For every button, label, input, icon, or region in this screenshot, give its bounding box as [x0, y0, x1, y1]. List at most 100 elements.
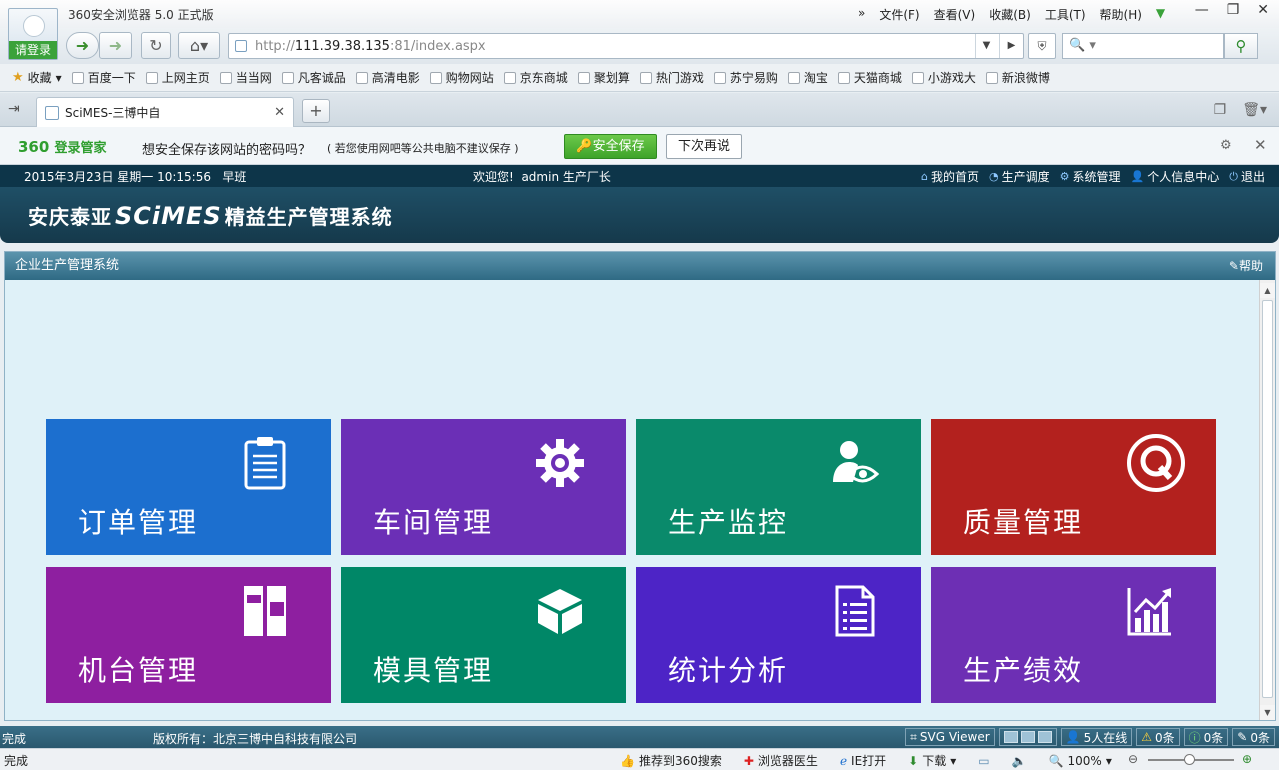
tile-order-management[interactable]: 订单管理	[46, 419, 331, 555]
bookmark-item[interactable]: 京东商城	[503, 69, 568, 86]
search-button[interactable]: ⚲	[1224, 33, 1258, 59]
minimize-button[interactable]: —	[1195, 2, 1209, 18]
page-status: 完成	[2, 732, 27, 746]
later-button[interactable]: 下次再说	[666, 134, 742, 159]
zoom-out-icon[interactable]: ⊖	[1128, 752, 1138, 766]
tile-mold-management[interactable]: 模具管理	[341, 567, 626, 703]
zoom-level[interactable]: 🔍 100% ▾	[1049, 754, 1112, 768]
chevron-down-icon: ▾	[55, 70, 62, 85]
restore-tabs-icon[interactable]: ❐	[1214, 102, 1227, 118]
tile-label: 机台管理	[78, 654, 199, 687]
scroll-up-icon[interactable]: ▲	[1260, 283, 1275, 298]
user-icon: 👤	[1065, 730, 1081, 744]
gear-icon[interactable]: ⚙	[1220, 138, 1232, 153]
tool-count[interactable]: ✎ 0条	[1232, 728, 1275, 746]
tab-close-icon[interactable]: ✕	[274, 105, 285, 120]
bookmark-item[interactable]: 苏宁易购	[713, 69, 778, 86]
svg-viewer[interactable]: ⌗ SVG Viewer	[905, 728, 995, 746]
bookmark-item[interactable]: 购物网站	[429, 69, 494, 86]
bookmark-item[interactable]: 当当网	[219, 69, 272, 86]
app-top-strip: 2015年3月23日 星期一 10:15:56 早班 欢迎您! admin 生产…	[0, 165, 1279, 187]
bookmark-item[interactable]: 小游戏大	[911, 69, 976, 86]
search-input[interactable]: 🔍 ▾	[1062, 33, 1224, 59]
online-users[interactable]: 👤 5人在线	[1060, 728, 1133, 746]
doctor-button[interactable]: ✚ 浏览器医生	[744, 752, 818, 769]
tile-workshop-management[interactable]: 车间管理	[341, 419, 626, 555]
help-link[interactable]: ✎帮助	[1229, 252, 1263, 280]
copyright: 版权所有：北京三博中自科技有限公司	[153, 732, 358, 746]
bookmark-item[interactable]: 凡客诚品	[281, 69, 346, 86]
warning-count[interactable]: ⚠ 0条	[1136, 728, 1180, 746]
new-tab-button[interactable]: +	[302, 99, 330, 123]
tile-production-monitoring[interactable]: 生产监控	[636, 419, 921, 555]
forward-button[interactable]: ➜	[99, 32, 132, 59]
bookmark-item[interactable]: 高清电影	[355, 69, 420, 86]
recommend-button[interactable]: 👍 推荐到360搜索	[620, 752, 722, 769]
favorites-menu[interactable]: ★ 收藏 ▾	[12, 69, 62, 86]
nav-logout[interactable]: ⏻ 退出	[1229, 168, 1265, 185]
address-bar[interactable]: http://111.39.38.135:81/index.aspx ▼ ▶	[228, 33, 1024, 59]
nav-scheduling[interactable]: ◔ 生产调度	[989, 168, 1050, 185]
close-icon[interactable]: ✕	[1254, 136, 1267, 154]
bookmark-item[interactable]: 淘宝	[787, 69, 828, 86]
ie-open-button[interactable]: ℯ IE打开	[840, 752, 886, 769]
zoom-slider-knob[interactable]	[1184, 754, 1195, 765]
info-count[interactable]: ⓘ 0条	[1183, 728, 1229, 746]
address-dropdown-icon[interactable]: ▼	[975, 34, 997, 58]
restore-button[interactable]: ❐	[1227, 2, 1240, 18]
gear-icon	[534, 435, 586, 491]
tile-quality-management[interactable]: 质量管理	[931, 419, 1216, 555]
bookmark-item[interactable]: 天猫商城	[837, 69, 902, 86]
bookmark-item[interactable]: 热门游戏	[639, 69, 704, 86]
bookmark-item[interactable]: 上网主页	[145, 69, 210, 86]
tile-production-performance[interactable]: 生产绩效	[931, 567, 1216, 703]
menu-favorites[interactable]: 收藏(B)	[989, 6, 1031, 23]
shield-icon[interactable]: ⛨	[1028, 33, 1056, 59]
menu-view[interactable]: 查看(V)	[934, 6, 976, 23]
user-icon: 👤	[1130, 170, 1145, 183]
close-window-button[interactable]: ✕	[1257, 2, 1269, 18]
scroll-thumb[interactable]	[1262, 300, 1273, 698]
menu-file[interactable]: 文件(F)	[879, 6, 919, 23]
status-indicators: ⌗ SVG Viewer 👤 5人在线 ⚠ 0条 ⓘ 0条 ✎ 0条	[905, 728, 1275, 746]
trash-icon[interactable]: 🗑▾	[1242, 102, 1267, 118]
back-button[interactable]: ➜	[66, 32, 99, 59]
bookmark-item[interactable]: 百度一下	[71, 69, 136, 86]
sidebar-toggle-icon[interactable]: ⇥	[8, 101, 20, 117]
user-avatar[interactable]: 请登录	[8, 8, 58, 60]
shift: 早班	[222, 170, 247, 184]
tile-statistical-analysis[interactable]: 统计分析	[636, 567, 921, 703]
bookmark-icon	[281, 71, 294, 84]
view-icon[interactable]	[1020, 731, 1035, 743]
skin-icon[interactable]: ▼	[1156, 6, 1165, 23]
go-icon[interactable]: ▶	[999, 34, 1023, 58]
menu-help[interactable]: 帮助(H)	[1100, 6, 1142, 23]
screen-icon[interactable]: ▭	[978, 754, 989, 768]
bookmark-icon	[577, 71, 590, 84]
view-icon[interactable]	[1003, 731, 1018, 743]
save-password-button[interactable]: 🔑安全保存	[564, 134, 657, 159]
scroll-down-icon[interactable]: ▼	[1260, 705, 1275, 720]
vertical-scrollbar[interactable]: ▲ ▼	[1259, 280, 1275, 720]
login-button[interactable]: 请登录	[9, 41, 57, 59]
tile-label: 生产监控	[668, 506, 789, 539]
home-button[interactable]: ⌂▾	[178, 32, 220, 59]
tab-scimes[interactable]: SciMES-三博中自 ✕	[36, 97, 294, 127]
menu-tools[interactable]: 工具(T)	[1045, 6, 1086, 23]
download-button[interactable]: ⬇ 下载 ▾	[908, 752, 956, 769]
password-save-bar: 360 登录管家 想安全保存该网站的密码吗？ ( 若您使用网吧等公共电脑不建议保…	[0, 127, 1279, 165]
nav-home[interactable]: ⌂ 我的首页	[921, 168, 979, 185]
bookmark-item[interactable]: 新浪微博	[985, 69, 1050, 86]
refresh-button[interactable]: ↻	[141, 32, 171, 59]
nav-profile[interactable]: 👤 个人信息中心	[1131, 168, 1220, 185]
ie-icon: ℯ	[839, 753, 848, 768]
tile-machine-management[interactable]: 机台管理	[46, 567, 331, 703]
arrow-left-icon: ➜	[75, 36, 90, 55]
bookmark-icon	[713, 71, 726, 84]
view-icon[interactable]	[1037, 731, 1052, 743]
volume-icon[interactable]: 🔈	[1012, 754, 1027, 768]
zoom-in-icon[interactable]: ⊕	[1242, 752, 1252, 766]
bookmark-item[interactable]: 聚划算	[577, 69, 630, 86]
menu-more-icon[interactable]: »	[858, 6, 865, 23]
nav-system[interactable]: ⚙ 系统管理	[1060, 168, 1121, 185]
